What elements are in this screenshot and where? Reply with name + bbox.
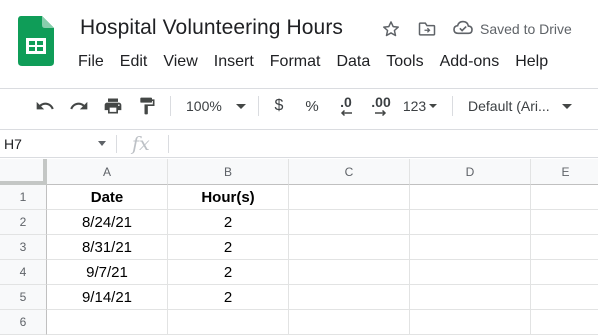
redo-icon[interactable] (66, 93, 92, 119)
zoom-value: 100% (186, 98, 222, 114)
column-header-e[interactable]: E (531, 159, 598, 185)
row-header-2[interactable]: 2 (0, 210, 47, 235)
column-header-c[interactable]: C (289, 159, 410, 185)
menu-insert[interactable]: Insert (206, 50, 262, 74)
cell-a4[interactable]: 9/7/21 (47, 260, 168, 285)
menu-edit[interactable]: Edit (112, 50, 156, 74)
cell-e6[interactable] (531, 310, 598, 335)
cell-a1[interactable]: Date (47, 185, 168, 210)
chevron-down-icon (429, 104, 438, 108)
menu-help[interactable]: Help (507, 50, 556, 74)
currency-label: $ (274, 97, 284, 114)
cell-d3[interactable] (410, 235, 531, 260)
cell-b4[interactable]: 2 (168, 260, 289, 285)
cell-d1[interactable] (410, 185, 531, 210)
row-header-5[interactable]: 5 (0, 285, 47, 310)
column-header-d[interactable]: D (410, 159, 531, 185)
cell-d6[interactable] (410, 310, 531, 335)
toolbar-divider (452, 96, 453, 116)
cell-c6[interactable] (289, 310, 410, 335)
cell-d4[interactable] (410, 260, 531, 285)
cell-a5[interactable]: 9/14/21 (47, 285, 168, 310)
increase-decimal-label: .00 (371, 94, 391, 110)
column-header-a[interactable]: A (47, 159, 168, 185)
arrow-right-icon (375, 109, 387, 117)
formula-divider (116, 135, 117, 153)
cell-b3[interactable]: 2 (168, 235, 289, 260)
cell-b6[interactable] (168, 310, 289, 335)
row-header-1[interactable]: 1 (0, 185, 47, 210)
percent-label: % (305, 97, 319, 115)
decrease-decimal-label: .0 (340, 94, 352, 110)
increase-decimal-button[interactable]: .00 (366, 93, 396, 119)
formula-bar: H7 fx (0, 129, 598, 158)
font-family-select[interactable]: Default (Ari... (462, 93, 586, 119)
menu-data[interactable]: Data (328, 50, 378, 74)
sheets-logo-icon[interactable] (18, 16, 54, 66)
move-to-folder-icon[interactable] (416, 18, 438, 40)
chevron-down-icon (561, 103, 572, 109)
menu-file[interactable]: File (70, 50, 112, 74)
cell-e4[interactable] (531, 260, 598, 285)
zoom-select[interactable]: 100% (180, 93, 252, 119)
formula-input[interactable] (180, 133, 580, 155)
print-icon[interactable] (100, 93, 126, 119)
cell-c2[interactable] (289, 210, 410, 235)
function-icon: fx (132, 133, 150, 155)
menu-add-ons[interactable]: Add-ons (432, 50, 508, 74)
toolbar-divider (170, 96, 171, 116)
title-bar: Hospital Volunteering Hours Saved to Dri… (0, 0, 598, 82)
cell-e1[interactable] (531, 185, 598, 210)
cell-d5[interactable] (410, 285, 531, 310)
cell-c4[interactable] (289, 260, 410, 285)
menu-view[interactable]: View (155, 50, 205, 74)
cell-b5[interactable]: 2 (168, 285, 289, 310)
row-header-4[interactable]: 4 (0, 260, 47, 285)
format-percent-button[interactable]: % (300, 93, 324, 119)
menu-format[interactable]: Format (262, 50, 329, 74)
cell-c5[interactable] (289, 285, 410, 310)
cell-c3[interactable] (289, 235, 410, 260)
cell-a2[interactable]: 8/24/21 (47, 210, 168, 235)
menu-bar: File Edit View Insert Format Data Tools … (70, 50, 556, 74)
cloud-saved-icon (452, 18, 474, 41)
chevron-down-icon[interactable] (98, 141, 106, 146)
select-all-corner[interactable] (0, 159, 47, 185)
document-title[interactable]: Hospital Volunteering Hours (80, 16, 343, 40)
toolbar: 100% $ % .0 .00 123 Default (Ari... (0, 88, 598, 122)
decrease-decimal-button[interactable]: .0 (332, 93, 360, 119)
font-family-value: Default (Ari... (468, 98, 550, 114)
arrow-left-icon (340, 109, 352, 117)
more-formats-label: 123 (402, 98, 427, 114)
formula-divider (168, 135, 169, 153)
row-header-6[interactable]: 6 (0, 310, 47, 335)
cell-b1[interactable]: Hour(s) (168, 185, 289, 210)
cell-b2[interactable]: 2 (168, 210, 289, 235)
toolbar-divider (258, 96, 259, 116)
name-box-value: H7 (4, 136, 22, 152)
row-header-3[interactable]: 3 (0, 235, 47, 260)
save-status[interactable]: Saved to Drive (452, 18, 572, 40)
chevron-down-icon (235, 103, 246, 109)
cell-e2[interactable] (531, 210, 598, 235)
cell-e3[interactable] (531, 235, 598, 260)
star-icon[interactable] (380, 18, 402, 40)
saved-status-text: Saved to Drive (480, 21, 572, 37)
format-currency-button[interactable]: $ (268, 93, 290, 119)
more-formats-select[interactable]: 123 (400, 93, 440, 119)
cell-c1[interactable] (289, 185, 410, 210)
cell-a3[interactable]: 8/31/21 (47, 235, 168, 260)
cell-e5[interactable] (531, 285, 598, 310)
paint-format-icon[interactable] (134, 93, 160, 119)
column-header-b[interactable]: B (168, 159, 289, 185)
cell-d2[interactable] (410, 210, 531, 235)
menu-tools[interactable]: Tools (378, 50, 431, 74)
cell-a6[interactable] (47, 310, 168, 335)
undo-icon[interactable] (32, 93, 58, 119)
